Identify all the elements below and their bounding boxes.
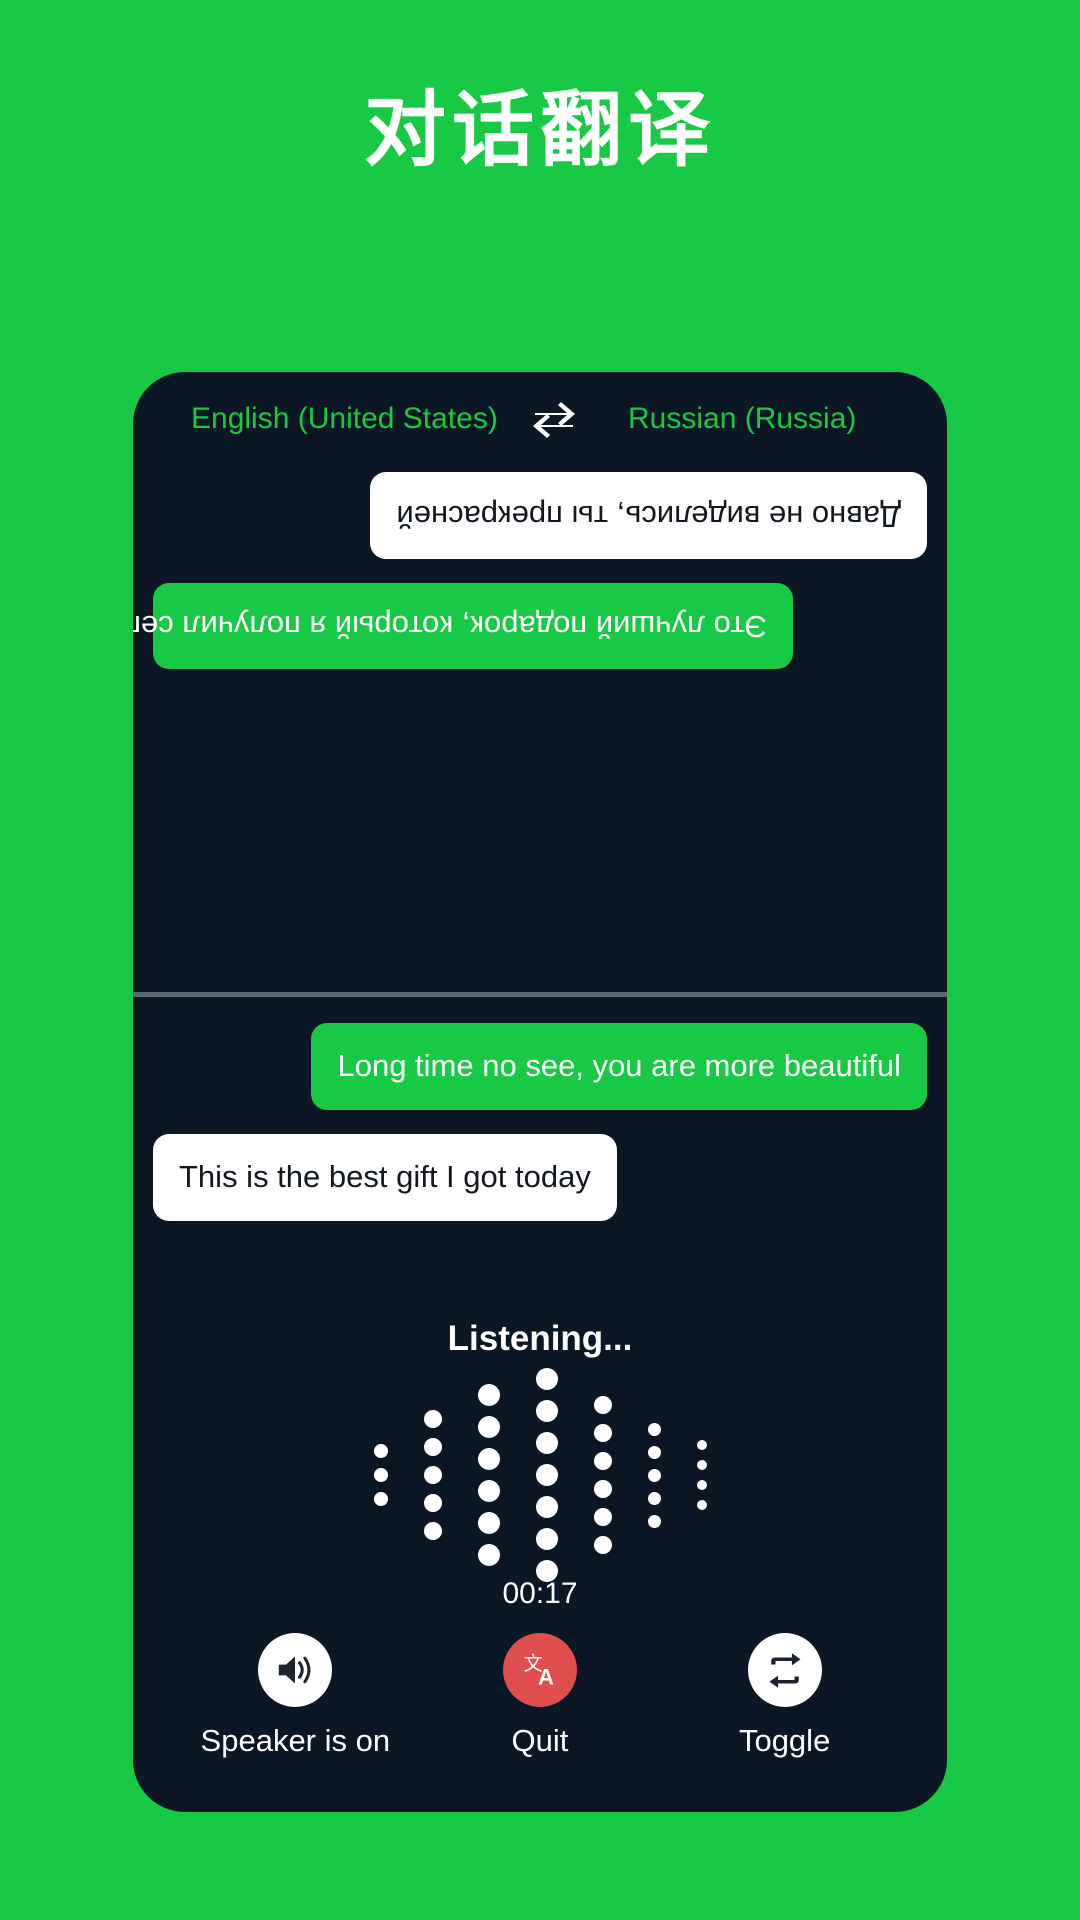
waveform-column xyxy=(373,1444,388,1506)
waveform-dot xyxy=(423,1438,442,1456)
page-title: 对话翻译 xyxy=(363,83,716,178)
waveform-dot xyxy=(593,1480,612,1498)
waveform-dot xyxy=(373,1444,388,1458)
svg-text:A: A xyxy=(538,1665,554,1690)
toggle-button-circle[interactable] xyxy=(747,1633,822,1707)
waveform-dot xyxy=(535,1432,558,1454)
waveform-dot xyxy=(477,1480,500,1502)
waveform-dot xyxy=(696,1480,707,1490)
toggle-button[interactable]: Toggle xyxy=(685,1633,885,1759)
waveform-column xyxy=(423,1410,442,1540)
waveform-dot xyxy=(373,1468,388,1482)
waveform-dot xyxy=(593,1424,612,1442)
waveform-dot xyxy=(535,1400,558,1422)
language-bar: English (United States) Russian (Russia) xyxy=(133,372,947,438)
waveform-dot xyxy=(535,1368,558,1390)
message-row: Давно не виделись, ты прекрасней xyxy=(153,472,927,559)
quit-button-label: Quit xyxy=(511,1723,569,1758)
waveform-dot xyxy=(477,1544,500,1566)
waveform-dot xyxy=(423,1494,442,1512)
waveform-dot xyxy=(423,1410,442,1428)
waveform-dot xyxy=(423,1466,442,1484)
control-bar: Speaker is on 文 A Quit Toggle xyxy=(133,1633,947,1759)
waveform-dot xyxy=(647,1422,661,1436)
waveform-column xyxy=(647,1422,661,1528)
target-language-selector[interactable]: Russian (Russia) xyxy=(628,402,856,436)
waveform-dot xyxy=(593,1536,612,1554)
message-row: Это лучший подарок, который я получил се… xyxy=(133,582,927,670)
message-bubble-translated[interactable]: Давно не виделись, ты прекрасней xyxy=(370,472,927,559)
conversation-pane-bottom: Long time no see, you are more beautiful… xyxy=(133,997,947,1812)
waveform-column xyxy=(593,1396,612,1554)
message-bubble-translated[interactable]: Это лучший подарок, который я получил се… xyxy=(133,582,793,670)
audio-waveform xyxy=(133,1368,947,1582)
waveform-dot xyxy=(535,1496,558,1518)
waveform-dot xyxy=(647,1468,661,1482)
waveform-dot xyxy=(593,1396,612,1414)
waveform-dot xyxy=(535,1528,558,1550)
waveform-dot xyxy=(477,1384,500,1406)
toggle-button-label: Toggle xyxy=(738,1723,831,1758)
waveform-dot xyxy=(696,1500,707,1510)
phone-frame: English (United States) Russian (Russia)… xyxy=(133,372,947,1812)
waveform-dot xyxy=(696,1460,707,1470)
listening-status: Listening... xyxy=(447,1319,633,1358)
speaker-button-label: Speaker is on xyxy=(200,1723,391,1758)
speaker-on-icon xyxy=(279,1656,311,1684)
speaker-button-circle[interactable] xyxy=(258,1633,333,1707)
waveform-dot xyxy=(477,1448,500,1470)
swap-horizontal-icon[interactable] xyxy=(531,400,577,438)
waveform-dot xyxy=(647,1514,661,1528)
waveform-dot xyxy=(647,1445,661,1459)
waveform-dot xyxy=(593,1508,612,1526)
waveform-column xyxy=(535,1368,558,1582)
waveform-column xyxy=(696,1440,707,1510)
waveform-dot xyxy=(373,1492,388,1506)
quit-button[interactable]: 文 A Quit xyxy=(440,1633,640,1759)
source-language-selector[interactable]: English (United States) xyxy=(191,402,498,436)
conversation-pane-top: Это лучший подарок, который я получил се… xyxy=(133,436,947,992)
translate-icon: 文 A xyxy=(524,1652,555,1690)
waveform-dot xyxy=(696,1440,707,1450)
recording-timer: 00:17 xyxy=(502,1577,578,1610)
speaker-toggle-button[interactable]: Speaker is on xyxy=(195,1633,395,1759)
message-bubble-source[interactable]: This is the best gift I got today xyxy=(153,1133,617,1221)
quit-button-circle[interactable]: 文 A xyxy=(502,1633,577,1707)
message-row: Long time no see, you are more beautiful xyxy=(153,1023,927,1110)
waveform-dot xyxy=(477,1512,500,1534)
message-bubble-source[interactable]: Long time no see, you are more beautiful xyxy=(311,1023,927,1110)
waveform-dot xyxy=(593,1452,612,1470)
waveform-dot xyxy=(423,1522,442,1540)
message-row: This is the best gift I got today xyxy=(153,1133,927,1221)
waveform-dot xyxy=(477,1416,500,1438)
swap-loop-icon xyxy=(769,1652,801,1688)
waveform-dot xyxy=(647,1491,661,1505)
waveform-dot xyxy=(535,1464,558,1486)
waveform-column xyxy=(477,1384,500,1566)
